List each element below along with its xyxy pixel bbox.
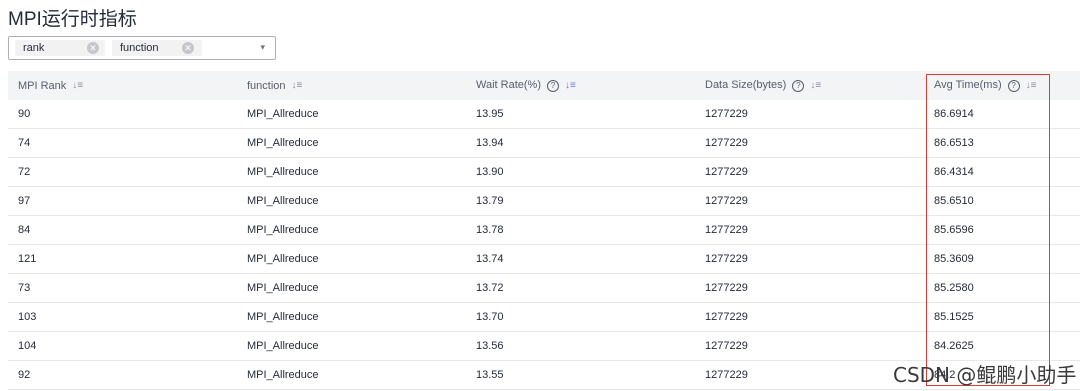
table-cell: 73 xyxy=(8,273,237,303)
table-cell: MPI_Allreduce xyxy=(237,244,466,274)
table-cell: MPI_Allreduce xyxy=(237,302,466,332)
help-icon[interactable]: ? xyxy=(547,79,559,92)
remove-tag-icon[interactable]: ✕ xyxy=(182,42,194,54)
table-cell: 85.1525 xyxy=(924,302,1080,332)
column-header-function[interactable]: function ↓≡ xyxy=(237,71,466,100)
table-cell: MPI_Allreduce xyxy=(237,273,466,303)
table-row[interactable]: 90 MPI_Allreduce 13.95 1277229 86.6914 xyxy=(8,100,1080,129)
table-cell: 92 xyxy=(8,360,237,390)
column-label: Avg Time(ms) xyxy=(934,79,1002,92)
table-cell: 13.95 xyxy=(466,100,695,129)
table-cell: 86.6914 xyxy=(924,100,1080,129)
sort-icon[interactable]: ↓≡ xyxy=(292,80,303,91)
table-cell: 1277229 xyxy=(695,302,924,332)
table-cell: MPI_Allreduce xyxy=(237,157,466,187)
table-cell: 74 xyxy=(8,128,237,158)
table-row[interactable]: 72 MPI_Allreduce 13.90 1277229 86.4314 xyxy=(8,157,1080,187)
table-cell: 85.3609 xyxy=(924,244,1080,274)
table-cell: 13.56 xyxy=(466,331,695,361)
sort-icon[interactable]: ↓≡ xyxy=(1026,80,1037,91)
table-cell: MPI_Allreduce xyxy=(237,331,466,361)
table-cell: MPI_Allreduce xyxy=(237,215,466,245)
table-cell: MPI_Allreduce xyxy=(237,128,466,158)
column-header-avg-time[interactable]: Avg Time(ms)? ↓≡ xyxy=(924,71,1080,100)
table-cell: 85.2580 xyxy=(924,273,1080,303)
table-cell: 103 xyxy=(8,302,237,332)
table-cell: 13.90 xyxy=(466,157,695,187)
sort-icon[interactable]: ↓≡ xyxy=(810,80,821,91)
table-row[interactable]: 103 MPI_Allreduce 13.70 1277229 85.1525 xyxy=(8,302,1080,332)
help-icon[interactable]: ? xyxy=(792,79,805,92)
filter-tag-label: function xyxy=(120,42,159,54)
sort-icon[interactable]: ↓≡ xyxy=(72,80,83,91)
table-cell: MPI_Allreduce xyxy=(237,360,466,390)
table-cell: 85.6510 xyxy=(924,186,1080,216)
table-cell: 104 xyxy=(8,331,237,361)
table-row[interactable]: 74 MPI_Allreduce 13.94 1277229 86.6513 xyxy=(8,128,1080,158)
table-cell: 90 xyxy=(8,100,237,129)
table-cell: 72 xyxy=(8,157,237,187)
table-row[interactable]: 97 MPI_Allreduce 13.79 1277229 85.6510 xyxy=(8,186,1080,216)
table-cell: MPI_Allreduce xyxy=(237,186,466,216)
table-cell: 13.74 xyxy=(466,244,695,274)
column-label: function xyxy=(247,79,286,92)
table-cell: 1277229 xyxy=(695,157,924,187)
table-cell: 1277229 xyxy=(695,331,924,361)
chevron-down-icon[interactable]: ▾ xyxy=(260,42,265,53)
table-cell: 1277229 xyxy=(695,128,924,158)
table-row[interactable]: 73 MPI_Allreduce 13.72 1277229 85.2580 xyxy=(8,273,1080,303)
table-cell: 1277229 xyxy=(695,360,924,390)
table-cell: 97 xyxy=(8,186,237,216)
filter-tag-label: rank xyxy=(23,42,45,54)
table-cell: 13.78 xyxy=(466,215,695,245)
column-header-wait-rate[interactable]: Wait Rate(%)? ↓≡ xyxy=(466,71,695,100)
filter-select[interactable]: rank ✕ function ✕ ▾ xyxy=(8,36,276,60)
table-cell: MPI_Allreduce xyxy=(237,100,466,129)
table-cell: 1277229 xyxy=(695,186,924,216)
table-cell: 121 xyxy=(8,244,237,274)
column-label: Data Size(bytes) xyxy=(705,79,787,92)
page-title: MPI运行时指标 xyxy=(8,9,137,30)
table-cell: 13.79 xyxy=(466,186,695,216)
table-cell: 13.55 xyxy=(466,360,695,390)
table-cell: 1277229 xyxy=(695,215,924,245)
table-row[interactable]: 121 MPI_Allreduce 13.74 1277229 85.3609 xyxy=(8,244,1080,274)
column-label: Wait Rate(%) xyxy=(476,79,541,92)
watermark: CSDN @鲲鹏小助手 xyxy=(893,363,1077,387)
column-header-data-size[interactable]: Data Size(bytes)? ↓≡ xyxy=(695,71,924,100)
column-label: MPI Rank xyxy=(18,79,67,92)
filter-tag-rank: rank ✕ xyxy=(15,40,105,56)
table-row[interactable]: 84 MPI_Allreduce 13.78 1277229 85.6596 xyxy=(8,215,1080,245)
table-cell: 1277229 xyxy=(695,273,924,303)
table-cell: 84 xyxy=(8,215,237,245)
table-cell: 13.72 xyxy=(466,273,695,303)
sort-icon[interactable]: ↓≡ xyxy=(565,80,576,91)
table-cell: 86.6513 xyxy=(924,128,1080,158)
table-cell: 13.70 xyxy=(466,302,695,332)
table-cell: 1277229 xyxy=(695,100,924,129)
metrics-table: MPI Rank ↓≡ function ↓≡ Wait Rate(%)? ↓≡ Da… xyxy=(8,71,1080,390)
filter-tag-function: function ✕ xyxy=(112,40,202,56)
help-icon[interactable]: ? xyxy=(1007,79,1020,92)
table-cell: 13.94 xyxy=(466,128,695,158)
table-row[interactable]: 104 MPI_Allreduce 13.56 1277229 84.2625 xyxy=(8,331,1080,361)
table-cell: 85.6596 xyxy=(924,215,1080,245)
table-cell: 84.2625 xyxy=(924,331,1080,361)
table-cell: 86.4314 xyxy=(924,157,1080,187)
table-cell: 1277229 xyxy=(695,244,924,274)
table-header-row: MPI Rank ↓≡ function ↓≡ Wait Rate(%)? ↓≡ Da… xyxy=(8,71,1080,100)
remove-tag-icon[interactable]: ✕ xyxy=(87,42,99,54)
column-header-mpi-rank[interactable]: MPI Rank ↓≡ xyxy=(8,71,237,100)
